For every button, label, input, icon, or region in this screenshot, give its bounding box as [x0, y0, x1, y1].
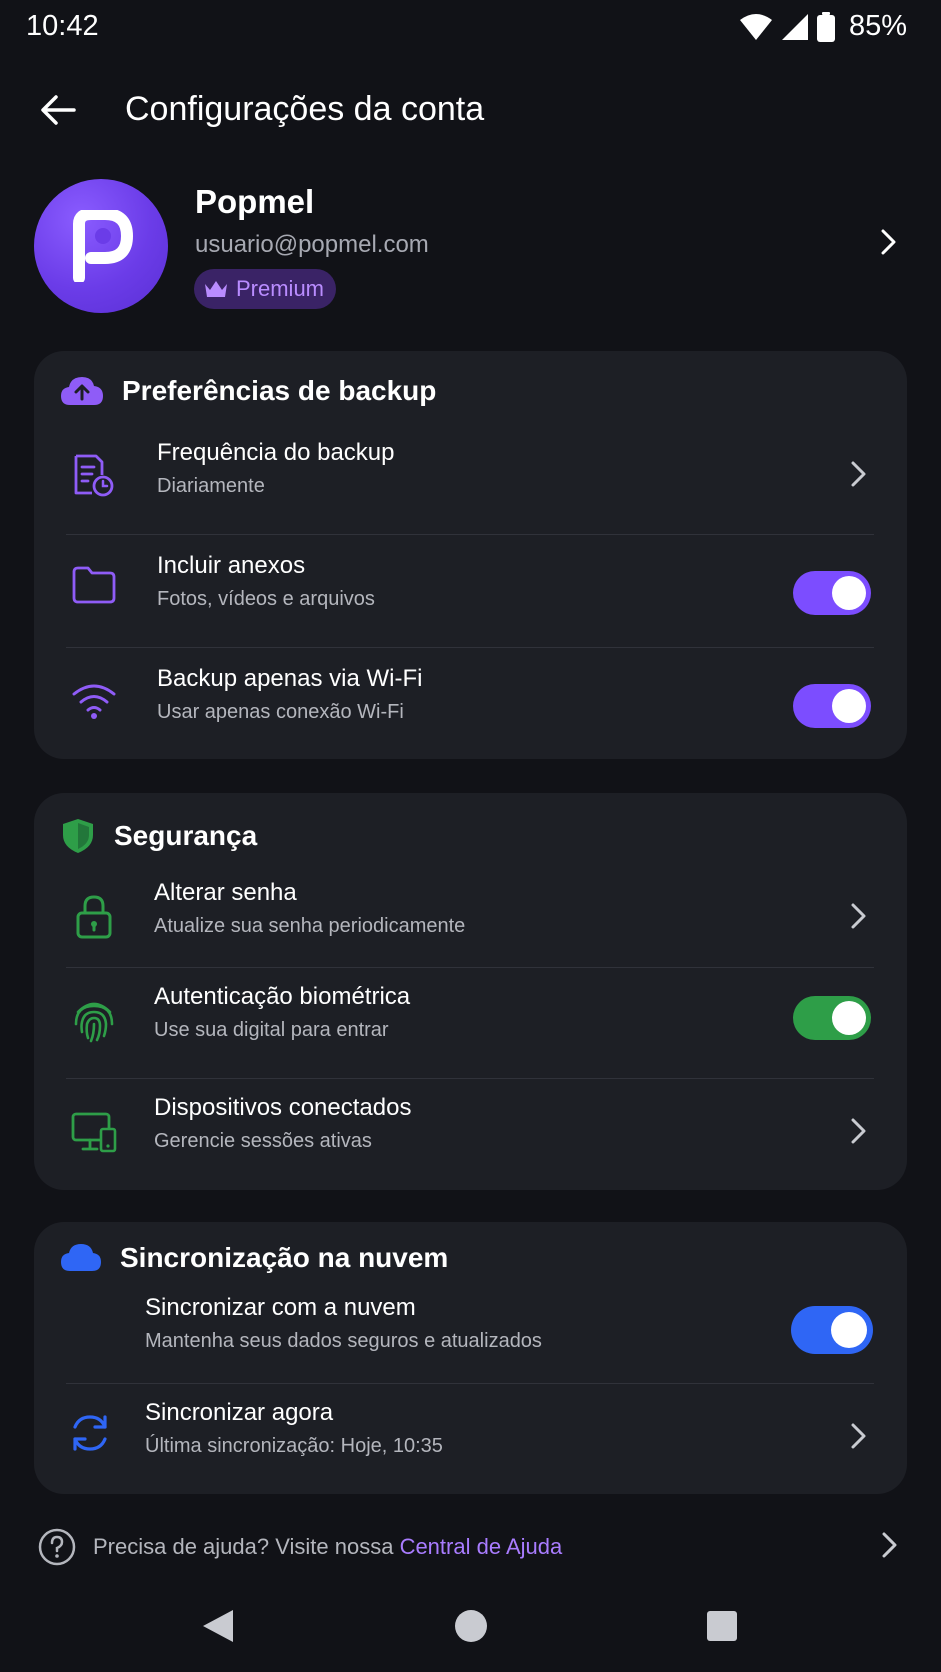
row-subtitle: Última sincronização: Hoje, 10:35: [145, 1435, 443, 1457]
toggle-knob: [831, 1312, 867, 1348]
monitor-devices-icon: [71, 1112, 117, 1153]
row-change-password[interactable]: Alterar senha Atualize sua senha periodi…: [34, 861, 907, 971]
page-title: Configurações da conta: [125, 90, 485, 128]
security-header-title: Segurança: [114, 820, 258, 851]
row-backup-frequency[interactable]: Frequência do backup Diariamente: [34, 421, 907, 531]
chevron-right-icon: [851, 903, 866, 929]
toggle-knob: [832, 1001, 866, 1035]
premium-label: Premium: [236, 276, 325, 301]
backup-header-title: Preferências de backup: [122, 375, 437, 406]
divider: [66, 1383, 874, 1384]
row-subtitle: Mantenha seus dados seguros e atualizado…: [145, 1330, 542, 1352]
help-circle-icon: [38, 1528, 76, 1566]
biometric-toggle[interactable]: [793, 996, 871, 1040]
sync-card: Sincronização na nuvem Sincronizar com a…: [34, 1222, 907, 1494]
row-subtitle: Gerencie sessões ativas: [154, 1130, 372, 1152]
help-text: Precisa de ajuda? Visite nossa Central d…: [93, 1534, 562, 1560]
nav-recents-icon[interactable]: [705, 1608, 739, 1644]
security-header: Segurança: [60, 817, 257, 855]
help-center-link[interactable]: Central de Ajuda: [400, 1534, 563, 1559]
sync-cloud-toggle[interactable]: [791, 1306, 873, 1354]
backup-card: Preferências de backup Frequência do bac…: [34, 351, 907, 759]
help-prompt: Precisa de ajuda? Visite nossa: [93, 1534, 400, 1559]
refresh-icon: [73, 1415, 107, 1451]
nav-home-icon[interactable]: [454, 1608, 488, 1644]
row-subtitle: Usar apenas conexão Wi-Fi: [157, 701, 404, 723]
avatar: [34, 179, 168, 313]
security-card: Segurança Alterar senha Atualize sua sen…: [34, 793, 907, 1190]
sync-header-title: Sincronização na nuvem: [120, 1242, 449, 1273]
fingerprint-icon: [74, 1002, 114, 1043]
folder-icon: [72, 566, 116, 604]
chevron-right-icon: [851, 1423, 866, 1449]
nav-back-icon[interactable]: [201, 1608, 235, 1644]
backup-header: Preferências de backup: [60, 375, 436, 407]
row-title: Incluir anexos: [157, 552, 306, 579]
row-subtitle: Atualize sua senha periodicamente: [154, 915, 466, 937]
chevron-right-icon: [851, 461, 866, 487]
toggle-knob: [832, 689, 866, 723]
row-sync-now[interactable]: Sincronizar agora Última sincronização: …: [34, 1385, 907, 1495]
row-title: Autenticação biométrica: [154, 983, 411, 1010]
cloud-upload-icon: [61, 377, 103, 405]
chevron-right-icon: [851, 1118, 866, 1144]
toggle-knob: [832, 576, 866, 610]
wifi-icon: [72, 684, 116, 719]
wifi-only-toggle[interactable]: [793, 684, 871, 728]
chevron-right-icon: [882, 1532, 897, 1558]
battery-percent: 85%: [848, 10, 907, 42]
back-button[interactable]: [34, 86, 82, 134]
chevron-right-icon: [881, 229, 896, 255]
row-subtitle: Use sua digital para entrar: [154, 1019, 389, 1041]
row-title: Dispositivos conectados: [154, 1094, 412, 1121]
divider: [66, 647, 874, 648]
row-title: Backup apenas via Wi-Fi: [157, 665, 423, 692]
row-biometric[interactable]: Autenticação biométrica Use sua digital …: [34, 969, 907, 1079]
status-time: 10:42: [26, 10, 99, 42]
crown-icon: [205, 281, 227, 297]
popmel-logo-icon: [73, 210, 133, 282]
battery-icon: [816, 11, 835, 42]
profile-email: usuario@popmel.com: [195, 231, 429, 258]
row-subtitle: Fotos, vídeos e arquivos: [157, 588, 375, 610]
arrow-left-icon: [41, 95, 76, 125]
row-subtitle: Diariamente: [157, 475, 265, 497]
row-title: Sincronizar com a nuvem: [145, 1294, 416, 1321]
help-row[interactable]: Precisa de ajuda? Visite nossa Central d…: [38, 1528, 908, 1568]
row-title: Sincronizar agora: [145, 1399, 334, 1426]
shield-check-icon: [63, 819, 93, 853]
profile-header[interactable]: Popmel usuario@popmel.com Premium: [34, 177, 907, 313]
premium-badge: Premium: [194, 269, 337, 309]
row-sync-cloud[interactable]: Sincronizar com a nuvem Mantenha seus da…: [34, 1286, 907, 1386]
cloud-icon: [61, 1244, 101, 1271]
divider: [66, 1078, 874, 1079]
app-bar: Configurações da conta: [0, 72, 941, 148]
sync-header: Sincronização na nuvem: [60, 1242, 448, 1274]
divider: [66, 534, 874, 535]
profile-name: Popmel: [195, 183, 315, 220]
divider: [66, 967, 874, 968]
calendar-clock-icon: [74, 454, 114, 497]
lock-icon: [76, 895, 112, 939]
attachments-toggle[interactable]: [793, 571, 871, 615]
cell-signal-icon: [781, 13, 808, 40]
status-icons: 85%: [739, 10, 907, 43]
row-wifi-only[interactable]: Backup apenas via Wi-Fi Usar apenas cone…: [34, 649, 907, 759]
system-nav-bar: [0, 1590, 941, 1672]
row-include-attachments[interactable]: Incluir anexos Fotos, vídeos e arquivos: [34, 537, 907, 647]
row-connected-devices[interactable]: Dispositivos conectados Gerencie sessões…: [34, 1080, 907, 1190]
status-bar: 10:42 85%: [0, 0, 941, 56]
row-title: Frequência do backup: [157, 439, 395, 466]
wifi-signal-icon: [739, 13, 772, 40]
row-title: Alterar senha: [154, 879, 297, 906]
